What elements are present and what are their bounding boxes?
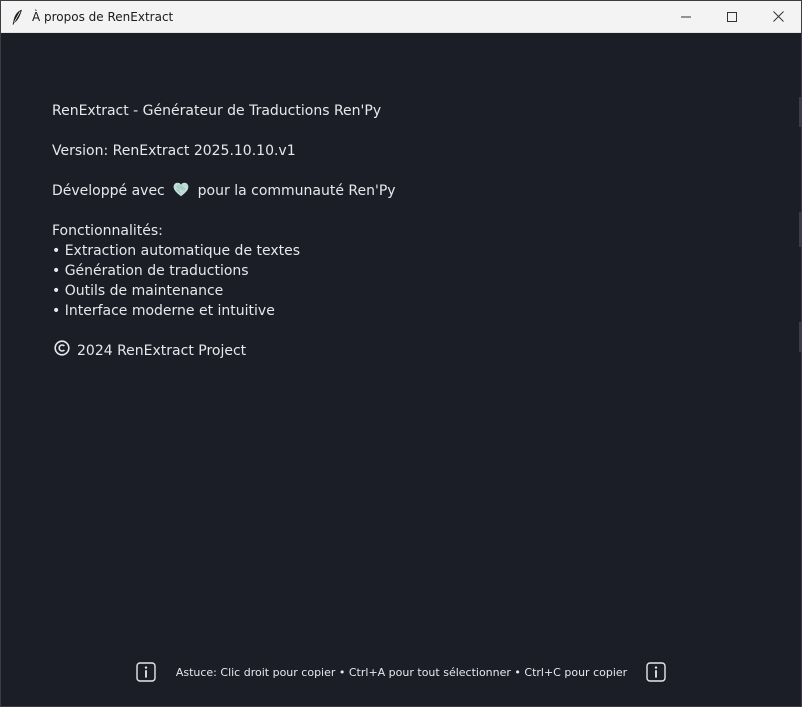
features-title: Fonctionnalités: <box>52 223 163 239</box>
feature-item: • Outils de maintenance <box>52 283 224 299</box>
close-button[interactable] <box>755 1 801 32</box>
title-bar[interactable]: À propos de RenExtract <box>1 1 801 33</box>
heart-icon <box>173 182 189 203</box>
version-text: Version: RenExtract 2025.10.10.v1 <box>52 143 296 159</box>
feather-icon <box>10 9 24 25</box>
tip-text: Astuce: Clic droit pour copier • Ctrl+A … <box>175 665 628 679</box>
window-controls <box>663 1 801 32</box>
info-icon <box>136 662 156 682</box>
app-heading: RenExtract - Générateur de Traductions R… <box>52 103 382 119</box>
info-icon <box>646 662 666 682</box>
copyright-text: 2024 RenExtract Project <box>77 343 247 359</box>
copyright-line: 2024 RenExtract Project <box>54 340 247 362</box>
about-window: À propos de RenExtract RenExtract - Géné… <box>0 0 802 707</box>
about-text-area[interactable]: RenExtract - Générateur de Traductions R… <box>52 101 396 361</box>
maximize-button[interactable] <box>709 1 755 32</box>
developed-suffix: pour la communauté Ren'Py <box>197 183 396 199</box>
copyright-icon <box>54 340 70 362</box>
feature-item: • Interface moderne et intuitive <box>52 303 275 319</box>
feature-item: • Génération de traductions <box>52 263 249 279</box>
window-title: À propos de RenExtract <box>32 9 174 24</box>
feature-item: • Extraction automatique de textes <box>52 243 301 259</box>
minimize-button[interactable] <box>663 1 709 32</box>
developed-with-line: Développé avec pour la communauté Ren'Py <box>52 181 396 201</box>
tip-bar: Astuce: Clic droit pour copier • Ctrl+A … <box>1 660 801 684</box>
minimize-icon <box>681 16 691 17</box>
developed-prefix: Développé avec <box>52 183 165 199</box>
resize-edge[interactable] <box>799 32 801 707</box>
close-icon <box>772 11 784 22</box>
maximize-icon <box>727 11 737 22</box>
